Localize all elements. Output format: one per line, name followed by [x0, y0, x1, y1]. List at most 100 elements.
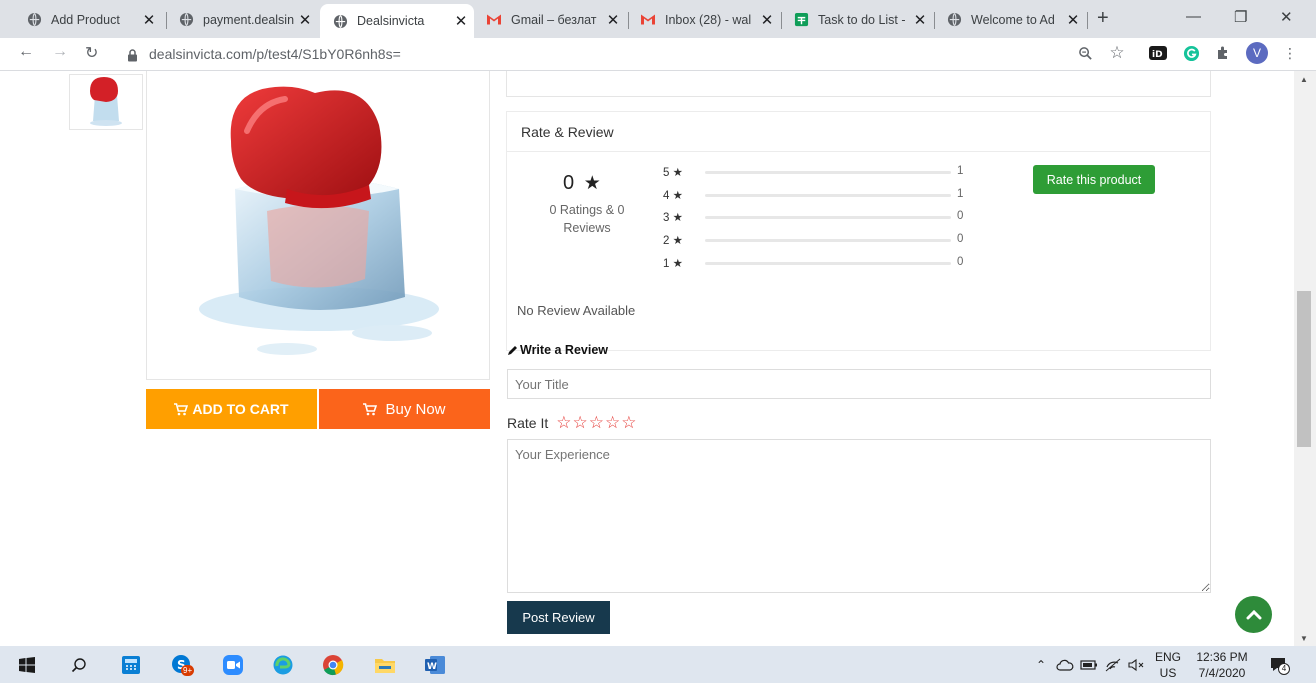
star-outline-icon[interactable]: ☆	[621, 413, 637, 432]
tab-task-list[interactable]: Task to do List - ✕	[781, 5, 933, 34]
product-thumbnail[interactable]	[69, 74, 143, 130]
close-icon[interactable]: ✕	[911, 11, 929, 29]
cart-icon	[363, 402, 378, 416]
windows-taskbar: S 9+ W ⌃ ENG US 12:36 PM 7/4/2020 4	[0, 646, 1316, 683]
zoom-app-icon[interactable]	[222, 654, 244, 676]
rating-bar	[705, 239, 951, 242]
back-icon[interactable]: ←	[18, 43, 34, 61]
scroll-up-arrow-icon[interactable]: ▲	[1300, 75, 1308, 84]
menu-kebab-icon[interactable]: ⋮	[1280, 43, 1300, 63]
calculator-app-icon[interactable]	[120, 654, 142, 676]
clock-date: 7/4/2020	[1198, 666, 1246, 680]
rate-review-heading: Rate & Review	[507, 112, 1210, 152]
rating-count: 0	[957, 210, 964, 222]
post-review-button[interactable]: Post Review	[507, 601, 610, 634]
word-app-icon[interactable]: W	[424, 654, 446, 676]
buy-now-button[interactable]: Buy Now	[319, 389, 490, 429]
battery-icon[interactable]	[1078, 654, 1100, 676]
rate-it-label: Rate It	[507, 415, 549, 431]
close-window-icon[interactable]: ✕	[1280, 8, 1293, 26]
star-outline-icon[interactable]: ☆	[589, 413, 605, 432]
tab-title: Welcome to Ad	[971, 12, 1055, 27]
tab-welcome[interactable]: Welcome to Ad ✕	[934, 5, 1086, 34]
tab-gmail[interactable]: Gmail – безлат ✕	[474, 5, 626, 34]
svg-text:W: W	[427, 662, 437, 672]
rating-count: 0	[957, 256, 964, 268]
close-icon[interactable]: ✕	[758, 11, 776, 29]
edge-app-icon[interactable]	[272, 654, 294, 676]
volume-muted-icon[interactable]	[1126, 654, 1148, 676]
rating-row-3: 3 ★ 0	[663, 210, 963, 224]
tab-title: Gmail – безлат	[511, 12, 597, 27]
close-icon[interactable]: ✕	[1064, 11, 1082, 29]
rate-product-button[interactable]: Rate this product	[1033, 165, 1155, 194]
page-scrollbar[interactable]: ▲ ▼	[1294, 71, 1316, 646]
scrollbar-thumb[interactable]	[1297, 291, 1311, 447]
onedrive-icon[interactable]	[1054, 654, 1076, 676]
add-to-cart-button[interactable]: ADD TO CART	[146, 389, 317, 429]
forward-icon[interactable]: →	[52, 43, 68, 61]
average-rating: 0 ★	[563, 172, 601, 195]
review-title-input[interactable]	[507, 369, 1211, 399]
star-rating-input[interactable]: ☆☆☆☆☆	[556, 413, 637, 433]
tab-inbox[interactable]: Inbox (28) - wal ✕	[628, 5, 780, 34]
cart-icon	[174, 402, 189, 416]
rating-bar	[705, 216, 951, 219]
profile-avatar[interactable]: V	[1246, 42, 1268, 64]
chevron-up-tray-icon[interactable]: ⌃	[1030, 654, 1052, 676]
gmail-icon	[640, 12, 656, 28]
browser-toolbar: ← → ↻ dealsinvicta.com/p/test4/S1bY0R6nh…	[0, 38, 1316, 71]
rating-row-label: 5 ★	[663, 167, 683, 179]
reload-icon[interactable]: ↻	[85, 43, 98, 63]
star-outline-icon[interactable]: ☆	[573, 413, 589, 432]
rating-bar	[705, 171, 951, 174]
star-icon: ★	[672, 235, 683, 247]
skype-app-icon[interactable]: S 9+	[171, 654, 195, 676]
tab-add-product[interactable]: Add Product ✕	[14, 5, 162, 34]
close-icon[interactable]: ✕	[140, 11, 158, 29]
bookmark-star-icon[interactable]: ☆	[1107, 43, 1127, 63]
new-tab-button[interactable]: +	[1097, 7, 1109, 30]
tab-payment[interactable]: payment.dealsin ✕	[166, 5, 318, 34]
restore-icon[interactable]: ❐	[1234, 8, 1247, 26]
rate-it-row: Rate It ☆☆☆☆☆	[507, 413, 638, 433]
notification-count-badge: 4	[1278, 663, 1290, 675]
close-icon[interactable]: ✕	[604, 11, 622, 29]
average-rating-value: 0	[563, 172, 575, 194]
grammarly-icon[interactable]	[1181, 43, 1201, 63]
id-extension-icon[interactable]: iD	[1148, 43, 1168, 63]
rating-bar	[705, 194, 951, 197]
lock-icon[interactable]	[122, 45, 142, 65]
no-review-text: No Review Available	[517, 303, 636, 318]
file-explorer-icon[interactable]	[374, 654, 396, 676]
tab-title: Dealsinvicta	[357, 14, 425, 28]
rating-count: 0	[957, 233, 964, 245]
rate-review-panel: Rate & Review 0 ★ 0 Ratings & 0 Reviews …	[506, 111, 1211, 351]
tab-dealsinvicta[interactable]: Dealsinvicta ✕	[320, 4, 474, 38]
product-image	[146, 71, 490, 380]
rating-bar	[705, 262, 951, 265]
notification-center-icon[interactable]: 4	[1268, 654, 1290, 676]
review-experience-textarea[interactable]	[507, 439, 1211, 593]
zoom-icon[interactable]	[1075, 43, 1095, 63]
scroll-to-top-button[interactable]	[1235, 596, 1272, 633]
close-icon[interactable]: ✕	[296, 11, 314, 29]
star-outline-icon[interactable]: ☆	[605, 413, 621, 432]
scroll-down-arrow-icon[interactable]: ▼	[1300, 634, 1308, 643]
chrome-app-icon[interactable]	[322, 654, 344, 676]
rating-count: 1	[957, 165, 964, 177]
close-icon[interactable]: ✕	[452, 12, 470, 30]
star-outline-icon[interactable]: ☆	[556, 413, 572, 432]
system-clock[interactable]: 12:36 PM 7/4/2020	[1190, 649, 1254, 681]
address-bar[interactable]: dealsinvicta.com/p/test4/S1bY0R6nh8s=	[149, 46, 401, 62]
extensions-icon[interactable]	[1213, 43, 1233, 63]
star-icon: ★	[672, 212, 683, 224]
windows-start-icon[interactable]	[16, 654, 38, 676]
globe-icon	[946, 12, 962, 28]
minimize-icon[interactable]: —	[1186, 8, 1201, 25]
rating-row-1: 1 ★ 0	[663, 256, 963, 270]
chevron-up-icon	[1246, 609, 1262, 620]
search-icon[interactable]	[68, 654, 90, 676]
language-indicator[interactable]: ENG US	[1152, 649, 1184, 681]
wifi-icon[interactable]	[1102, 654, 1124, 676]
